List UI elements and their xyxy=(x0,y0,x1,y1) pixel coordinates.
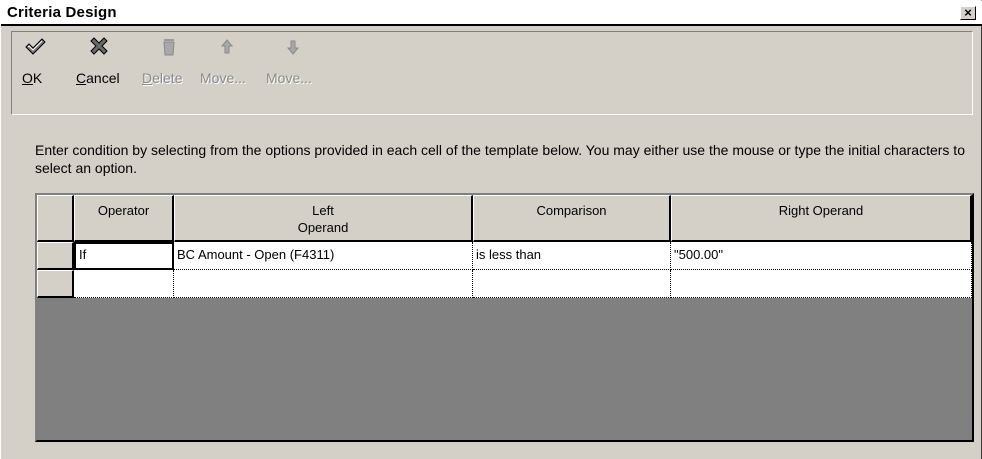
row-header[interactable] xyxy=(37,270,74,298)
cancel-button[interactable]: Cancel xyxy=(76,32,130,102)
column-header-right-operand[interactable]: Right Operand xyxy=(671,195,972,242)
column-header-comparison[interactable]: Comparison xyxy=(473,195,671,242)
instructions-text: Enter condition by selecting from the op… xyxy=(35,142,965,176)
cancel-mnemonic: C xyxy=(76,70,87,86)
arrow-up-icon xyxy=(220,39,234,54)
column-header-left-operand[interactable]: Left Operand xyxy=(174,195,473,242)
close-button[interactable]: × xyxy=(960,6,976,20)
grid-cell-operator[interactable] xyxy=(74,270,174,298)
column-header-operator[interactable]: Operator xyxy=(74,195,174,242)
criteria-grid: Operator Left Operand Comparison Right O… xyxy=(35,193,974,442)
column-header-left-operand-line1: Left xyxy=(312,203,334,218)
corner-header[interactable] xyxy=(37,195,74,242)
x-icon xyxy=(90,37,108,55)
move-up-button[interactable]: Move... xyxy=(200,32,260,102)
column-header-right-operand-label: Right Operand xyxy=(778,203,864,218)
column-header-left-operand-line2: Operand xyxy=(297,220,349,235)
column-header-comparison-label: Comparison xyxy=(536,203,607,218)
trash-icon xyxy=(163,39,175,56)
delete-mnemonic: D xyxy=(142,70,153,86)
grid-cell-right-operand[interactable]: "500.00" xyxy=(671,242,972,270)
grid-cell-left-operand[interactable] xyxy=(174,270,473,298)
grid-cell-right-operand[interactable] xyxy=(671,270,972,298)
move-down-label: Move... xyxy=(266,70,312,86)
cancel-label: ancel xyxy=(86,70,120,86)
row-header[interactable] xyxy=(37,242,74,270)
grid-cell-left-operand[interactable]: BC Amount - Open (F4311) xyxy=(174,242,473,270)
delete-label: elete xyxy=(152,70,183,86)
grid-cell-comparison[interactable] xyxy=(473,270,671,298)
ok-label: K xyxy=(32,70,43,86)
move-down-button[interactable]: Move... xyxy=(266,32,326,102)
close-icon: × xyxy=(964,5,972,20)
delete-button[interactable]: Delete xyxy=(142,32,192,102)
grid-cell-comparison[interactable]: is less than xyxy=(473,242,671,270)
window-title: Criteria Design xyxy=(7,4,117,21)
move-up-label: Move... xyxy=(200,70,246,86)
criteria-design-window: Criteria Design × OK Cancel Delete Move.… xyxy=(0,0,982,459)
arrow-down-icon xyxy=(286,40,300,55)
ok-button[interactable]: OK xyxy=(22,32,58,102)
ok-mnemonic: O xyxy=(22,70,33,86)
title-bar[interactable]: Criteria Design × xyxy=(1,1,982,26)
column-header-operator-label: Operator xyxy=(97,203,150,218)
check-icon xyxy=(25,38,46,55)
toolbar: OK Cancel Delete Move... Move... xyxy=(11,31,973,115)
grid-cell-operator[interactable]: If xyxy=(74,242,174,270)
